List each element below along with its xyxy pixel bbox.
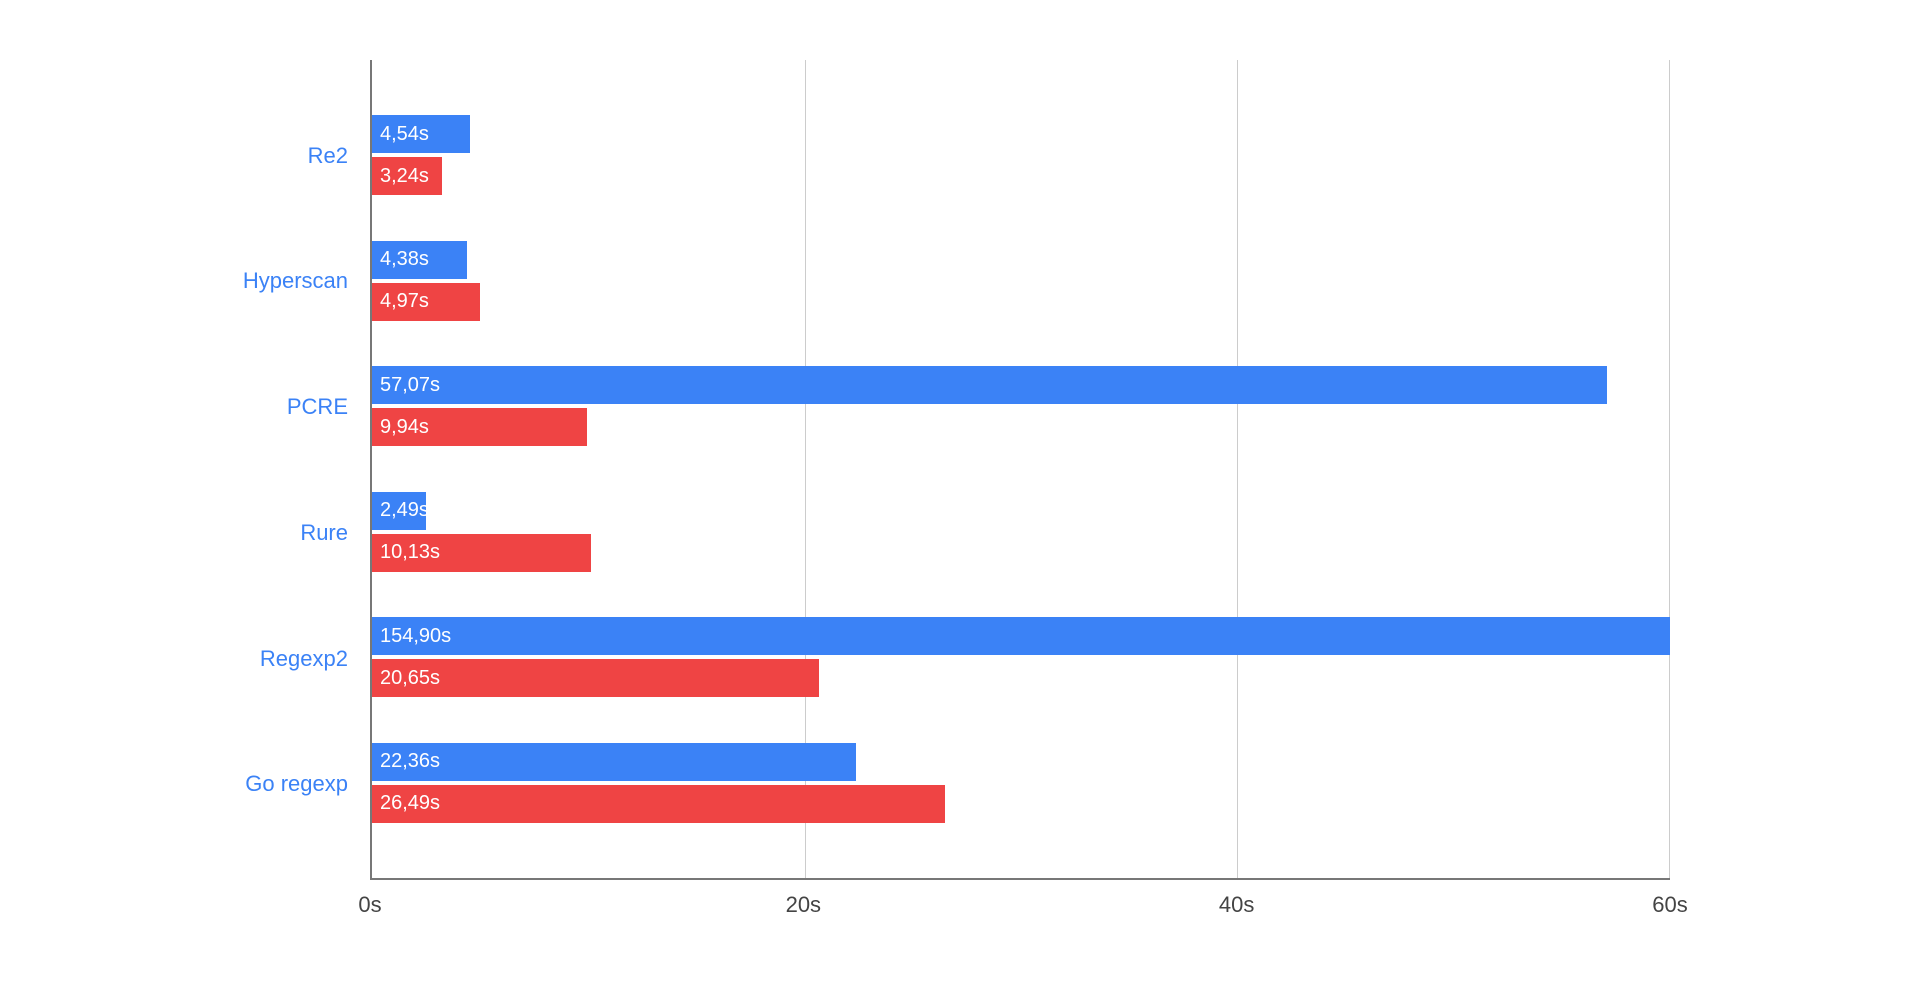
bar: 10,13s xyxy=(372,534,591,572)
bar: 22,36s xyxy=(372,743,856,781)
bar: 154,90s xyxy=(372,617,1670,655)
bar-value-label: 57,07s xyxy=(380,374,440,397)
y-label: PCRE xyxy=(210,367,360,447)
y-label: Rure xyxy=(210,493,360,573)
bar-value-label: 3,24s xyxy=(380,165,429,188)
bar: 4,97s xyxy=(372,283,480,321)
x-label: 40s xyxy=(1219,892,1254,918)
x-label: 20s xyxy=(786,892,821,918)
bar-value-label: 22,36s xyxy=(380,750,440,773)
y-label: Regexp2 xyxy=(210,619,360,699)
chart-container: Re2 Hyperscan PCRE Rure Regexp2 Go regex… xyxy=(210,40,1710,940)
bar-value-label: 154,90s xyxy=(380,625,451,648)
bar-value-label: 10,13s xyxy=(380,541,440,564)
category-group: 22,36s 26,49s xyxy=(372,743,1670,823)
bar: 4,54s xyxy=(372,115,470,153)
y-label: Hyperscan xyxy=(210,241,360,321)
bar-value-label: 4,38s xyxy=(380,248,429,271)
category-group: 154,90s 20,65s xyxy=(372,617,1670,697)
bar: 2,49s xyxy=(372,492,426,530)
y-label: Go regexp xyxy=(210,744,360,824)
category-group: 57,07s 9,94s xyxy=(372,366,1670,446)
y-label: Re2 xyxy=(210,116,360,196)
bar-value-label: 4,54s xyxy=(380,123,429,146)
bar: 9,94s xyxy=(372,408,587,446)
x-axis-labels: 0s 20s 40s 60s xyxy=(370,886,1670,926)
bar-value-label: 9,94s xyxy=(380,416,429,439)
plot-area: 4,54s 3,24s 4,38s 4,97s 57,07s 9,94s 2,49s 10,1… xyxy=(370,60,1670,880)
bar: 3,24s xyxy=(372,157,442,195)
bar-value-label: 4,97s xyxy=(380,290,429,313)
bar: 4,38s xyxy=(372,241,467,279)
bar: 57,07s xyxy=(372,366,1607,404)
bar: 20,65s xyxy=(372,659,819,697)
bars-wrap: 4,54s 3,24s 4,38s 4,97s 57,07s 9,94s 2,49s 10,1… xyxy=(372,60,1670,878)
y-axis-labels: Re2 Hyperscan PCRE Rure Regexp2 Go regex… xyxy=(210,60,360,880)
bar-value-label: 20,65s xyxy=(380,667,440,690)
x-label: 60s xyxy=(1652,892,1687,918)
category-group: 2,49s 10,13s xyxy=(372,492,1670,572)
bar-value-label: 26,49s xyxy=(380,792,440,815)
category-group: 4,38s 4,97s xyxy=(372,241,1670,321)
bar: 26,49s xyxy=(372,785,945,823)
bar-value-label: 2,49s xyxy=(380,499,429,522)
x-label: 0s xyxy=(358,892,381,918)
category-group: 4,54s 3,24s xyxy=(372,115,1670,195)
